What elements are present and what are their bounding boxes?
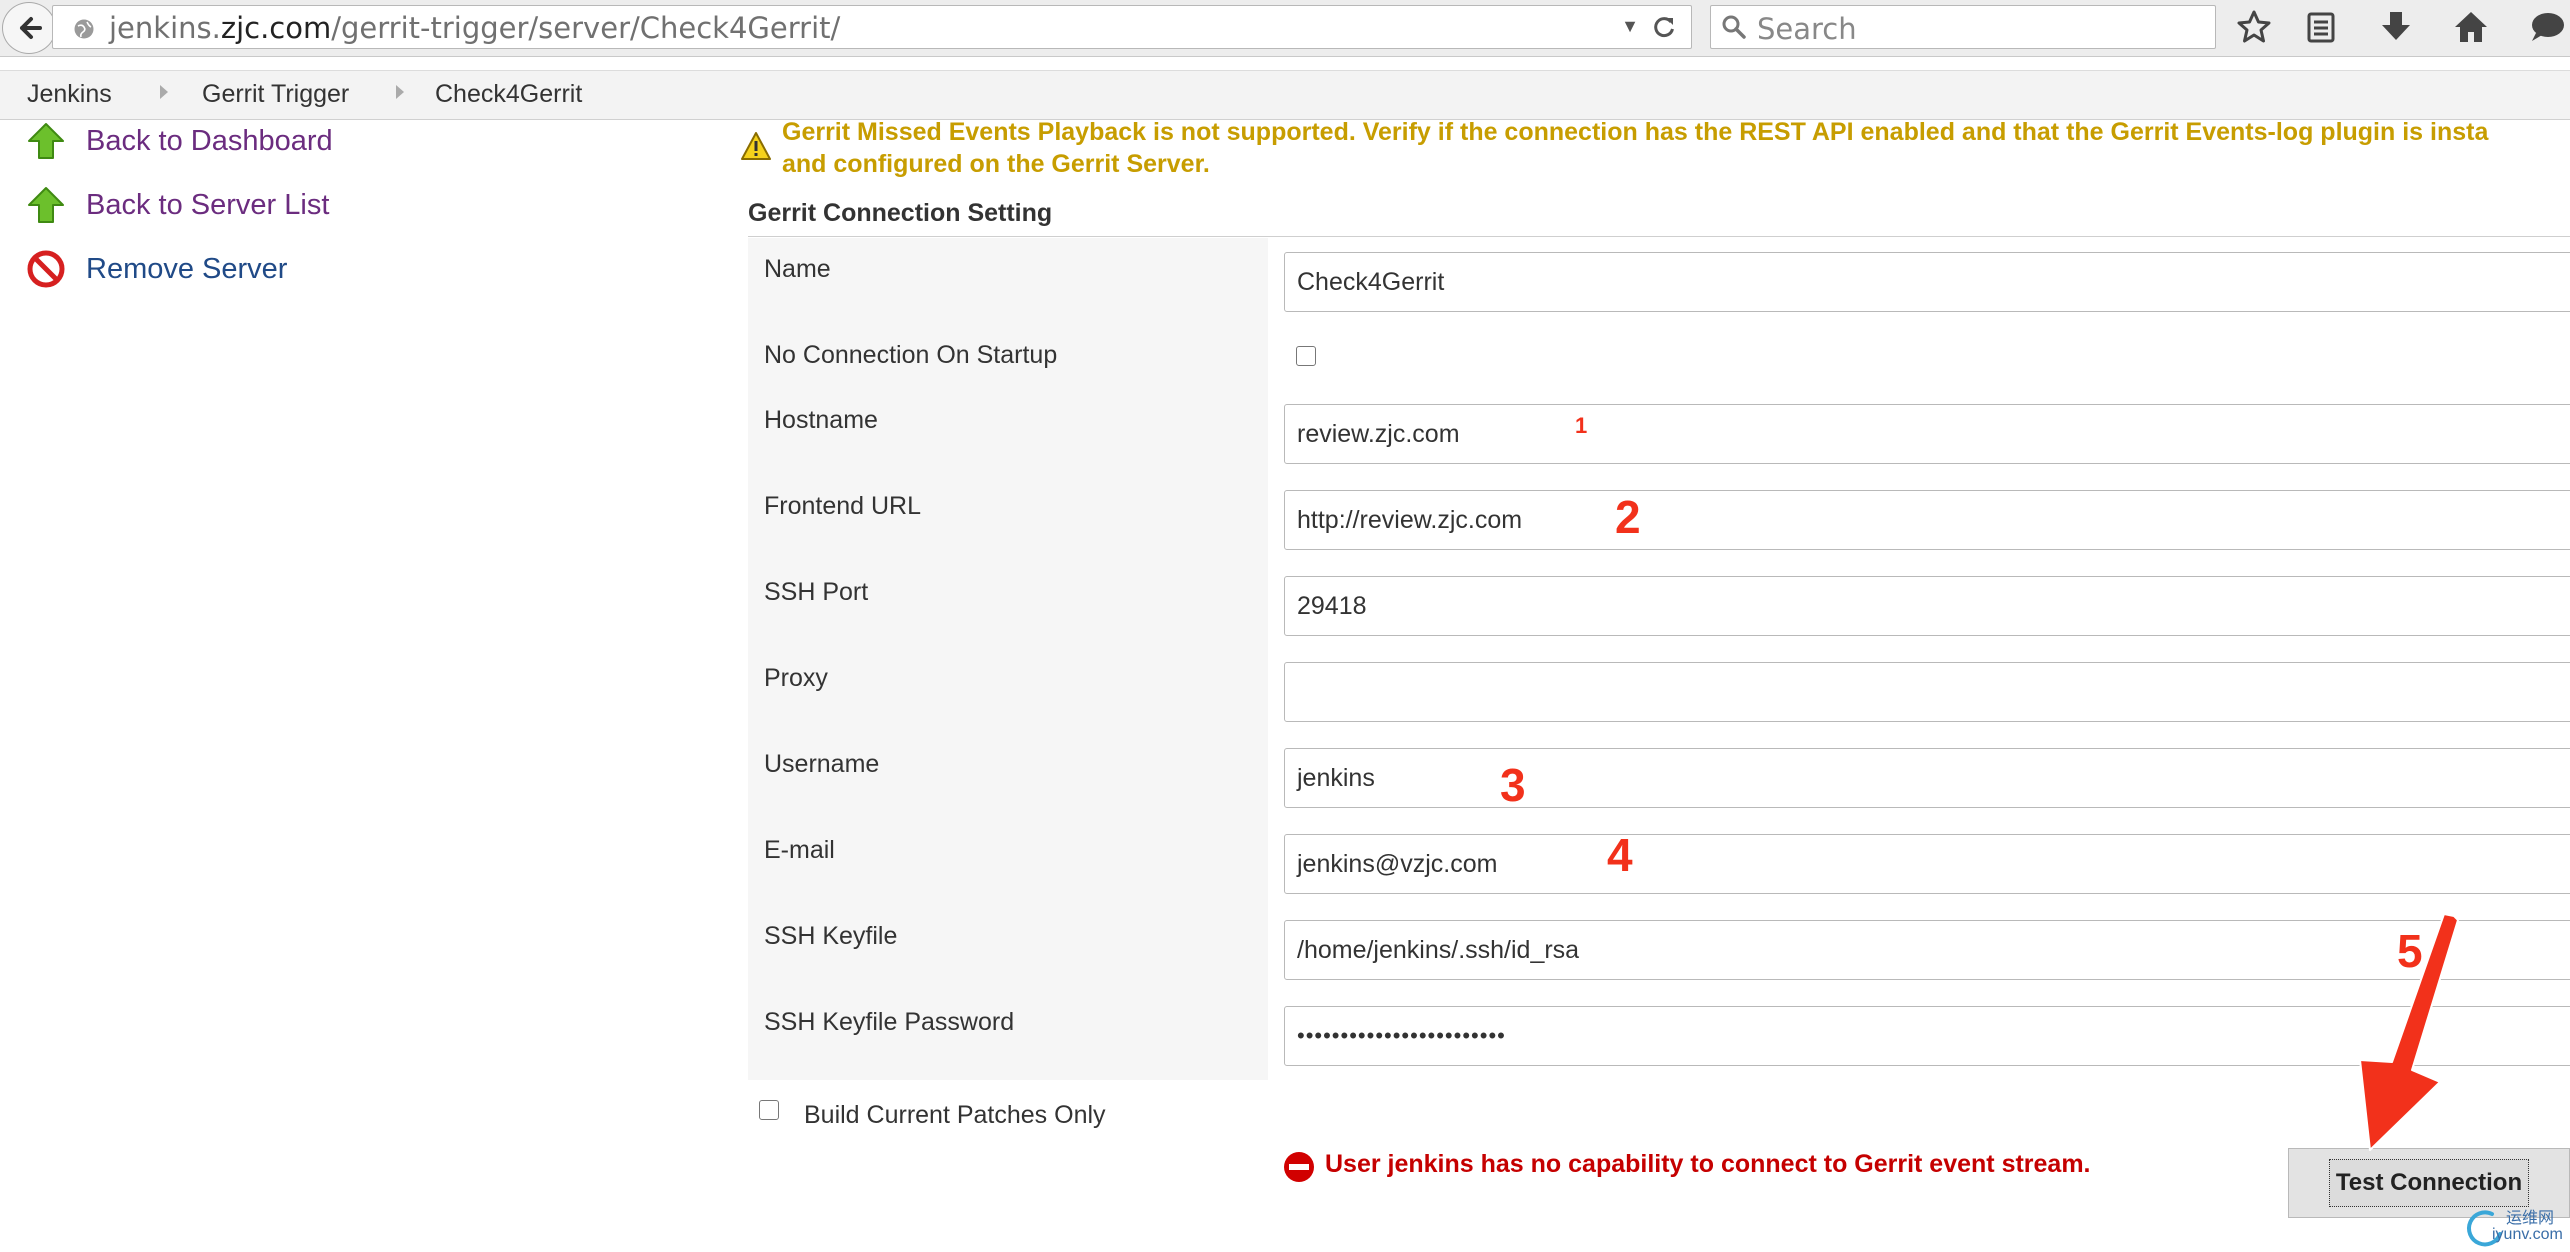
hostname-label: Hostname — [764, 406, 878, 434]
error-icon — [1284, 1152, 1314, 1182]
frontend-url-label: Frontend URL — [764, 492, 922, 520]
sidebar-item-label[interactable]: Back to Dashboard — [86, 125, 333, 158]
warning-icon — [741, 132, 771, 160]
proxy-label: Proxy — [764, 664, 828, 692]
annotation-1: 1 — [1575, 413, 1588, 438]
url-domain-prefix: jenkins. — [109, 11, 221, 45]
ssh-keyfile-password-label: SSH Keyfile Password — [764, 1008, 1015, 1036]
proxy-field[interactable] — [1284, 662, 2570, 722]
watermark-text-cn: 运维网 — [2506, 1208, 2555, 1227]
up-arrow-icon — [28, 123, 64, 159]
annotation-4: 4 — [1607, 829, 1633, 881]
warning-message-line1: Gerrit Missed Events Playback is not sup… — [782, 118, 2489, 146]
sidebar-item-label[interactable]: Remove Server — [86, 253, 287, 286]
url-path: /gerrit-trigger/server/Check4Gerrit/ — [331, 11, 841, 45]
annotation-3: 3 — [1500, 759, 1526, 811]
name-label: Name — [764, 255, 831, 283]
reload-icon[interactable] — [1651, 14, 1677, 40]
no-connection-on-startup-label: No Connection On Startup — [764, 341, 1058, 369]
bookmark-star-icon[interactable] — [2236, 9, 2272, 45]
username-field[interactable]: jenkins — [1284, 748, 2570, 808]
frontend-url-field[interactable]: http://review.zjc.com — [1284, 490, 2570, 550]
search-bar[interactable]: Search — [1710, 5, 2216, 49]
warning-message-line2: and configured on the Gerrit Server. — [782, 150, 1210, 178]
sidebar-item-label[interactable]: Back to Server List — [86, 189, 329, 222]
breadcrumb-check4gerrit[interactable]: Check4Gerrit — [435, 80, 582, 109]
breadcrumb: Jenkins Gerrit Trigger Check4Gerrit — [0, 70, 2570, 120]
annotation-arrow-icon — [2359, 913, 2459, 1151]
breadcrumb-separator-icon — [160, 85, 168, 99]
ssh-keyfile-label: SSH Keyfile — [764, 922, 898, 950]
download-icon[interactable] — [2378, 9, 2414, 45]
home-icon[interactable] — [2452, 9, 2490, 45]
breadcrumb-gerrit-trigger[interactable]: Gerrit Trigger — [202, 80, 349, 109]
email-field[interactable]: jenkins@vzjc.com — [1284, 834, 2570, 894]
build-current-patches-only-checkbox[interactable] — [759, 1100, 779, 1120]
reading-list-icon[interactable] — [2304, 9, 2338, 45]
url-text: jenkins.zjc.com/gerrit-trigger/server/Ch… — [109, 10, 840, 46]
up-arrow-icon — [28, 187, 64, 223]
browser-toolbar: jenkins.zjc.com/gerrit-trigger/server/Ch… — [0, 0, 2570, 57]
hostname-field[interactable]: review.zjc.com — [1284, 404, 2570, 464]
url-domain: zjc.com — [220, 11, 332, 45]
url-dropdown-icon[interactable]: ▼ — [1621, 16, 1639, 37]
chat-icon[interactable] — [2526, 9, 2566, 45]
back-arrow-icon — [20, 17, 42, 39]
search-icon — [1722, 15, 1746, 39]
ssh-port-field[interactable]: 29418 — [1284, 576, 2570, 636]
back-button[interactable] — [2, 2, 56, 54]
breadcrumb-separator-icon — [396, 85, 404, 99]
error-message: User jenkins has no capability to connec… — [1325, 1150, 2091, 1178]
watermark-text-domain: iyunv.com — [2492, 1226, 2563, 1243]
annotation-2: 2 — [1615, 491, 1641, 543]
sidebar-item-back-to-dashboard[interactable]: Back to Dashboard — [26, 117, 333, 165]
email-label: E-mail — [764, 836, 835, 864]
test-connection-button[interactable]: Test Connection — [2329, 1159, 2529, 1207]
breadcrumb-jenkins[interactable]: Jenkins — [27, 80, 112, 109]
no-entry-icon — [27, 250, 65, 288]
watermark-logo: 运维网 iyunv.com — [2462, 1204, 2570, 1252]
section-divider — [748, 236, 2570, 237]
username-label: Username — [764, 750, 880, 778]
url-bar[interactable]: jenkins.zjc.com/gerrit-trigger/server/Ch… — [52, 5, 1692, 49]
search-placeholder: Search — [1757, 12, 1857, 46]
section-title: Gerrit Connection Setting — [748, 199, 1053, 227]
ssh-port-label: SSH Port — [764, 578, 869, 606]
sidebar-item-remove-server[interactable]: Remove Server — [26, 245, 287, 293]
globe-icon — [74, 19, 94, 39]
name-field[interactable]: Check4Gerrit — [1284, 252, 2570, 312]
build-current-patches-only-label: Build Current Patches Only — [804, 1101, 1106, 1129]
sidebar-item-back-to-server-list[interactable]: Back to Server List — [26, 181, 329, 229]
no-connection-on-startup-checkbox[interactable] — [1296, 346, 1316, 366]
